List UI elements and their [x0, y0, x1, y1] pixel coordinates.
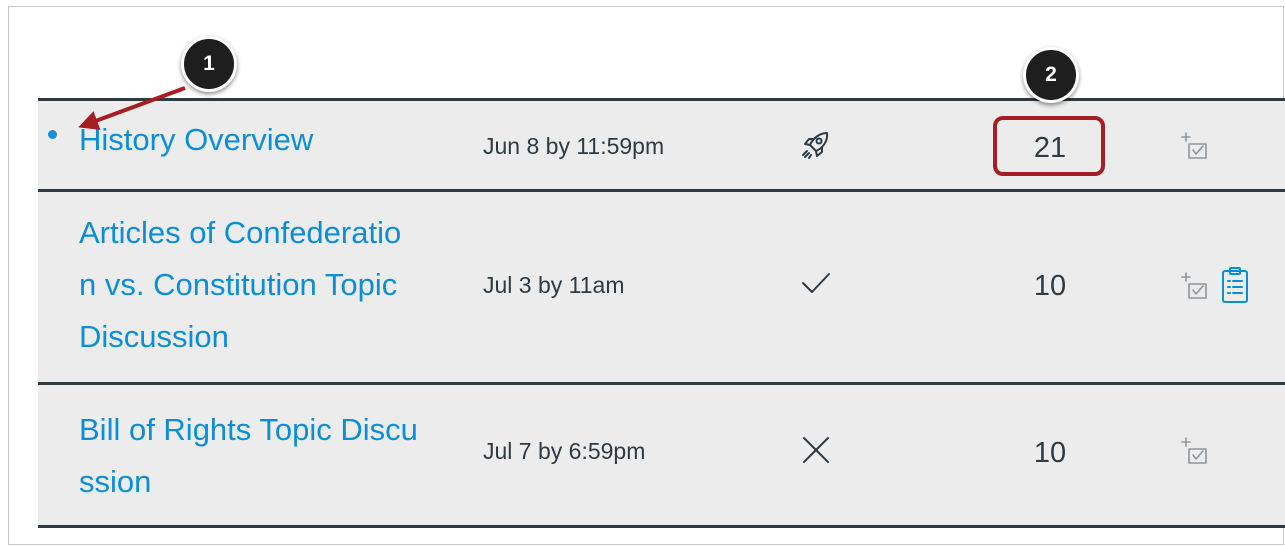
callout-badge: 1 — [181, 36, 237, 92]
points-highlight-box — [993, 116, 1105, 176]
row-divider — [38, 525, 1285, 528]
due-date: Jul 3 by 11am — [483, 272, 625, 298]
close-x-icon — [803, 437, 829, 463]
discussion-title-line: Discussion — [79, 319, 229, 354]
unread-indicator — [48, 130, 57, 139]
discussion-title-line: ssion — [79, 464, 152, 499]
points-value: 10 — [1033, 437, 1067, 469]
discussion-title-link[interactable]: Bill of Rights Topic Discu ssion — [79, 404, 418, 508]
callout-badge: 2 — [1023, 47, 1079, 103]
discussion-row[interactable]: Articles of Confederatio n vs. Constitut… — [38, 192, 1285, 382]
discussion-title-line: n vs. Constitution Topic — [79, 267, 398, 302]
discussion-title-link[interactable]: History Overview — [79, 114, 313, 166]
add-to-todo-icon[interactable] — [1180, 131, 1210, 161]
discussion-title-link[interactable]: Articles of Confederatio n vs. Constitut… — [79, 207, 401, 363]
discussions-table: History Overview Jun 8 by 11:59pm 21 Art… — [38, 98, 1285, 528]
discussion-row[interactable]: History Overview Jun 8 by 11:59pm 21 — [38, 101, 1285, 189]
discussion-title-line: Articles of Confederatio — [79, 215, 402, 250]
discussion-title-line: History Overview — [79, 122, 314, 157]
discussion-row[interactable]: Bill of Rights Topic Discu ssion Jul 7 b… — [38, 385, 1285, 525]
add-to-todo-icon[interactable] — [1180, 271, 1210, 301]
points-value: 10 — [1033, 270, 1067, 302]
due-date: Jul 7 by 6:59pm — [483, 438, 646, 464]
rocket-icon — [802, 132, 829, 159]
discussion-title-line: Bill of Rights Topic Discu — [79, 412, 418, 447]
add-to-todo-icon[interactable] — [1180, 436, 1210, 466]
checkmark-icon — [802, 273, 830, 293]
rubric-clipboard-icon[interactable] — [1219, 266, 1251, 306]
due-date: Jun 8 by 11:59pm — [483, 133, 665, 159]
